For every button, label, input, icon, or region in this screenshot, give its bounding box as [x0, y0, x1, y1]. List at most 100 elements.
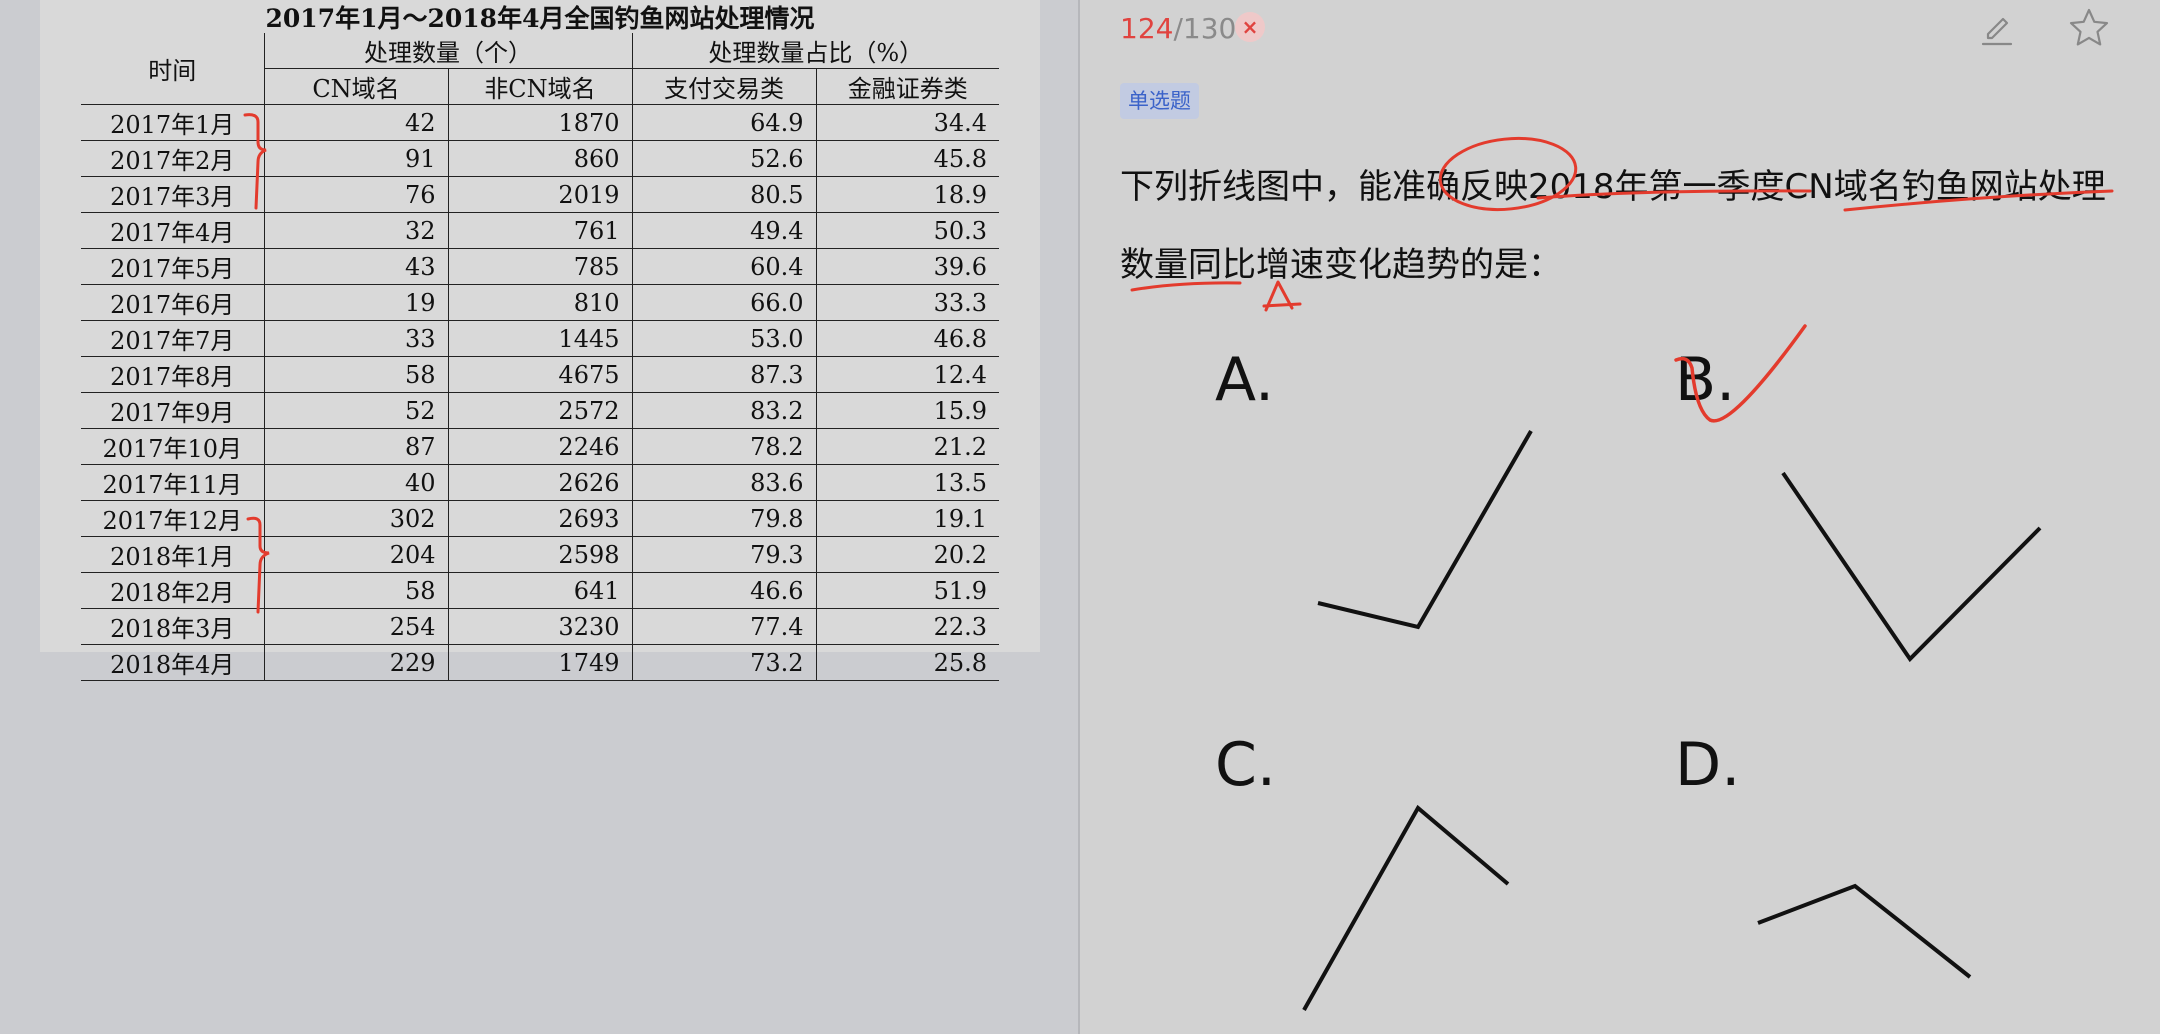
cell-finance: 20.2 [815, 536, 999, 573]
cell-finance: 45.8 [815, 140, 999, 177]
cell-time: 2018年4月 [81, 644, 264, 681]
cell-time: 2017年1月 [81, 104, 264, 141]
cell-time: 2017年11月 [81, 464, 264, 501]
cell-finance: 50.3 [815, 212, 999, 249]
cell-payment: 60.4 [631, 248, 816, 285]
cell-time: 2017年5月 [81, 248, 264, 285]
wrong-answer-badge: × [1235, 12, 1265, 42]
cell-cn: 254 [263, 608, 448, 645]
cell-time: 2018年3月 [81, 608, 264, 645]
cell-finance: 34.4 [815, 104, 999, 141]
cell-time: 2018年1月 [81, 536, 264, 573]
table-body: 2017年1月 42 1870 64.9 34.4 2017年2月 91 860 52.6 45.… [81, 104, 999, 681]
right-pane: 124/130 × 单选题 下列折线图中，能准确反映2018年第一季度CN域名钓… [1080, 0, 2160, 1034]
cell-cn: 229 [263, 644, 448, 681]
left-pane: 2017年1月～2018年4月全国钓鱼网站处理情况 时间 处理数量（个） 处理数… [0, 0, 1078, 1034]
table-row: 2017年9月 52 2572 83.2 15.9 [81, 392, 999, 429]
cell-time: 2017年10月 [81, 428, 264, 465]
cell-payment: 66.0 [631, 284, 816, 321]
table-row: 2017年4月 32 761 49.4 50.3 [81, 212, 999, 249]
table-row: 2017年5月 43 785 60.4 39.6 [81, 248, 999, 285]
cell-time: 2017年3月 [81, 176, 264, 213]
option-a[interactable]: A. [1215, 345, 1274, 415]
cell-finance: 21.2 [815, 428, 999, 465]
cell-finance: 19.1 [815, 500, 999, 537]
cell-cn: 91 [263, 140, 448, 177]
cell-finance: 13.5 [815, 464, 999, 501]
cell-finance: 22.3 [815, 608, 999, 645]
cell-finance: 15.9 [815, 392, 999, 429]
cell-non-cn: 2246 [447, 428, 632, 465]
cell-time: 2017年7月 [81, 320, 264, 357]
cell-payment: 77.4 [631, 608, 816, 645]
table-row: 2017年7月 33 1445 53.0 46.8 [81, 320, 999, 357]
cell-finance: 39.6 [815, 248, 999, 285]
cell-payment: 73.2 [631, 644, 816, 681]
cell-finance: 18.9 [815, 176, 999, 213]
cell-non-cn: 2598 [447, 536, 632, 573]
cell-time: 2018年2月 [81, 572, 264, 609]
cell-non-cn: 761 [447, 212, 632, 249]
column-header-cn: CN域名 [263, 68, 448, 105]
cell-non-cn: 2626 [447, 464, 632, 501]
cell-cn: 32 [263, 212, 448, 249]
cell-non-cn: 860 [447, 140, 632, 177]
question-type-tag: 单选题 [1120, 83, 1199, 119]
current-question-number: 124 [1120, 12, 1174, 45]
cell-cn: 52 [263, 392, 448, 429]
cell-non-cn: 3230 [447, 608, 632, 645]
table-row: 2017年10月 87 2246 78.2 21.2 [81, 428, 999, 465]
option-b[interactable]: B. [1675, 345, 1735, 415]
cell-payment: 83.6 [631, 464, 816, 501]
cell-time: 2017年2月 [81, 140, 264, 177]
cell-non-cn: 641 [447, 572, 632, 609]
cell-payment: 79.8 [631, 500, 816, 537]
cell-cn: 302 [263, 500, 448, 537]
column-group-percentage: 处理数量占比（%） [631, 33, 999, 69]
question-counter: 124/130 [1120, 12, 1236, 45]
option-d[interactable]: D. [1675, 730, 1740, 800]
cell-cn: 58 [263, 356, 448, 393]
table-row: 2017年6月 19 810 66.0 33.3 [81, 284, 999, 321]
table-row: 2017年11月 40 2626 83.6 13.5 [81, 464, 999, 501]
cell-finance: 12.4 [815, 356, 999, 393]
cell-time: 2017年8月 [81, 356, 264, 393]
edit-icon[interactable] [1977, 8, 2017, 48]
cell-payment: 46.6 [631, 572, 816, 609]
cell-finance: 25.8 [815, 644, 999, 681]
cell-finance: 46.8 [815, 320, 999, 357]
cell-cn: 19 [263, 284, 448, 321]
table-row: 2017年1月 42 1870 64.9 34.4 [81, 104, 999, 141]
option-c[interactable]: C. [1215, 730, 1276, 800]
cell-payment: 64.9 [631, 104, 816, 141]
star-icon[interactable] [2067, 6, 2111, 50]
table-image: 2017年1月～2018年4月全国钓鱼网站处理情况 时间 处理数量（个） 处理数… [40, 0, 1040, 681]
cell-non-cn: 1870 [447, 104, 632, 141]
cell-non-cn: 1445 [447, 320, 632, 357]
cell-time: 2017年12月 [81, 500, 264, 537]
cell-cn: 33 [263, 320, 448, 357]
cell-payment: 80.5 [631, 176, 816, 213]
cell-finance: 33.3 [815, 284, 999, 321]
column-header-finance: 金融证券类 [815, 68, 999, 105]
column-group-count: 处理数量（个） [263, 33, 632, 69]
table-row: 2017年12月 302 2693 79.8 19.1 [81, 500, 999, 537]
cell-non-cn: 2693 [447, 500, 632, 537]
cell-payment: 49.4 [631, 212, 816, 249]
cell-non-cn: 785 [447, 248, 632, 285]
table-row: 2018年1月 204 2598 79.3 20.2 [81, 536, 999, 573]
table-row: 2018年2月 58 641 46.6 51.9 [81, 572, 999, 609]
question-text: 下列折线图中，能准确反映2018年第一季度CN域名钓鱼网站处理数量同比增速变化趋… [1120, 167, 2106, 285]
cell-non-cn: 4675 [447, 356, 632, 393]
total-questions: /130 [1173, 12, 1237, 45]
cell-cn: 87 [263, 428, 448, 465]
chart-option-b [1781, 471, 2042, 663]
cell-cn: 40 [263, 464, 448, 501]
cell-non-cn: 810 [447, 284, 632, 321]
table-row: 2018年3月 254 3230 77.4 22.3 [81, 608, 999, 645]
cell-payment: 87.3 [631, 356, 816, 393]
cell-non-cn: 2019 [447, 176, 632, 213]
table-row: 2017年8月 58 4675 87.3 12.4 [81, 356, 999, 393]
column-header-non-cn: 非CN域名 [447, 68, 632, 105]
table-row: 2017年3月 76 2019 80.5 18.9 [81, 176, 999, 213]
